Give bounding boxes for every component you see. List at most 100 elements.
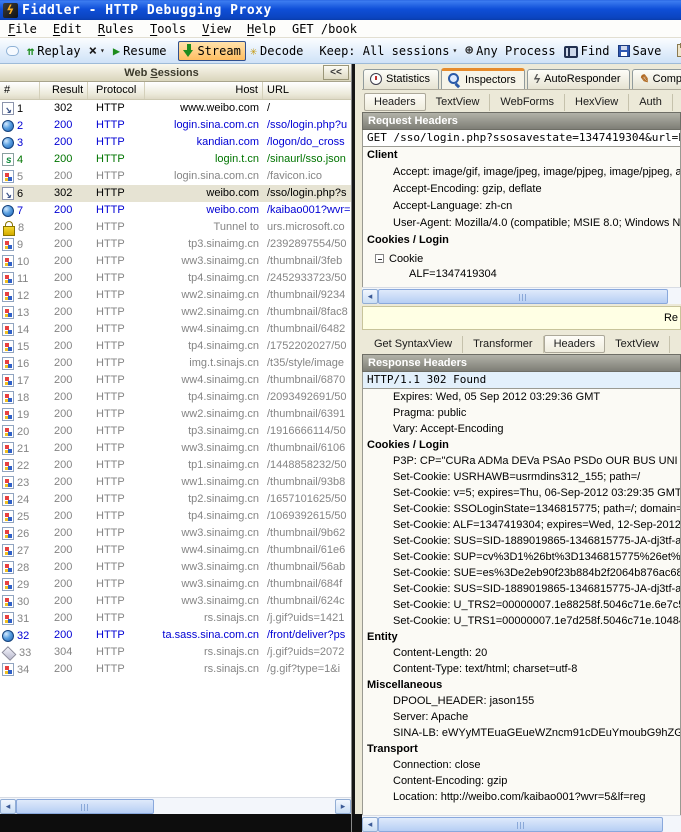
collapse-expander-icon[interactable]: [375, 254, 384, 263]
collapse-sessions-button[interactable]: <<: [323, 65, 349, 80]
header-item[interactable]: Set-Cookie: SUS=SID-1889019865-134681577…: [363, 534, 680, 550]
session-row[interactable]: 25200HTTPtp4.sinaimg.cn/1069392615/50: [0, 508, 351, 525]
encoding-notice-bar[interactable]: Re: [362, 306, 681, 330]
tab-headers[interactable]: Headers: [364, 93, 426, 111]
header-item[interactable]: Cookie: [363, 250, 680, 267]
any-process-button[interactable]: ⊕Any Process: [461, 41, 559, 60]
tab-headers[interactable]: Headers: [544, 335, 606, 353]
header-item[interactable]: DPOOL_HEADER: jason155: [363, 694, 680, 710]
session-row[interactable]: 20200HTTPtp3.sinaimg.cn/1916666114/50: [0, 423, 351, 440]
column-header-result[interactable]: Result: [40, 82, 88, 99]
header-item[interactable]: Server: Apache: [363, 710, 680, 726]
menu-item-get-book[interactable]: GET /book: [284, 21, 365, 37]
session-row[interactable]: 13200HTTPww2.sinaimg.cn/thumbnail/8fac8: [0, 304, 351, 321]
resume-button[interactable]: ▶Resume: [109, 42, 171, 60]
session-row[interactable]: 16200HTTPimg.t.sinajs.cn/t35/style/image: [0, 355, 351, 372]
session-row[interactable]: 24200HTTPtp2.sinaimg.cn/1657101625/50: [0, 491, 351, 508]
header-item[interactable]: Expires: Wed, 05 Sep 2012 03:29:36 GMT: [363, 390, 680, 406]
session-row[interactable]: 8200HTTPTunnel tours.microsoft.co: [0, 219, 351, 236]
header-item[interactable]: Connection: close: [363, 758, 680, 774]
session-row[interactable]: 31200HTTPrs.sinajs.cn/j.gif?uids=1421: [0, 610, 351, 627]
session-row[interactable]: 23200HTTPww1.sinaimg.cn/thumbnail/93b8: [0, 474, 351, 491]
comment-button[interactable]: [2, 44, 23, 58]
menu-item-tools[interactable]: Tools: [142, 21, 194, 37]
tab-transformer[interactable]: Transformer: [463, 336, 544, 353]
header-item[interactable]: Set-Cookie: ALF=1347419304; expires=Wed,…: [363, 518, 680, 534]
response-status-line[interactable]: HTTP/1.1 302 Found: [362, 372, 681, 389]
scroll-thumb[interactable]: [378, 289, 668, 304]
save-button[interactable]: Save: [614, 42, 666, 60]
column-header-protocol[interactable]: Protocol: [88, 82, 145, 99]
session-row[interactable]: 17200HTTPww4.sinaimg.cn/thumbnail/6870: [0, 372, 351, 389]
header-item[interactable]: Set-Cookie: U_TRS1=00000007.1e7d258f.504…: [363, 614, 680, 630]
keep-sessions-dropdown[interactable]: Keep: All sessions▾: [315, 42, 461, 60]
tab-im[interactable]: Im: [670, 336, 681, 353]
session-row[interactable]: 10200HTTPww3.sinaimg.cn/thumbnail/3feb: [0, 253, 351, 270]
header-item[interactable]: Content-Length: 20: [363, 646, 680, 662]
tab-auth[interactable]: Auth: [629, 94, 673, 111]
scroll-left-arrow[interactable]: ◂: [362, 289, 378, 304]
header-item[interactable]: Pragma: public: [363, 406, 680, 422]
header-item[interactable]: Set-Cookie: SUS=SID-1889019865-134681577…: [363, 582, 680, 598]
stream-button[interactable]: Stream: [178, 41, 245, 61]
session-row[interactable]: 12200HTTPww2.sinaimg.cn/thumbnail/9234: [0, 287, 351, 304]
header-item[interactable]: Set-Cookie: v=5; expires=Thu, 06-Sep-201…: [363, 486, 680, 502]
header-item[interactable]: Accept-Language: zh-cn: [363, 199, 680, 216]
header-item[interactable]: P3P: CP="CURa ADMa DEVa PSAo PSDo OUR BU…: [363, 454, 680, 470]
session-row[interactable]: 4200HTTPlogin.t.cn/sinaurl/sso.json: [0, 151, 351, 168]
tab-autoresponder[interactable]: ϟAutoResponder: [527, 69, 630, 89]
header-item[interactable]: Content-Encoding: gzip: [363, 774, 680, 790]
column-header-url[interactable]: URL: [263, 82, 351, 99]
session-row[interactable]: 3200HTTPkandian.com/logon/do_cross: [0, 134, 351, 151]
session-row[interactable]: 15200HTTPtp4.sinaimg.cn/1752202027/50: [0, 338, 351, 355]
menu-item-file[interactable]: File: [0, 21, 45, 37]
session-row[interactable]: 30200HTTPww3.sinaimg.cn/thumbnail/624c: [0, 593, 351, 610]
quickexec-input[interactable]: [0, 814, 351, 832]
menu-item-help[interactable]: Help: [239, 21, 284, 37]
header-item[interactable]: Set-Cookie: SSOLoginState=1346815775; pa…: [363, 502, 680, 518]
scroll-right-arrow[interactable]: ▸: [335, 799, 351, 814]
menu-item-view[interactable]: View: [194, 21, 239, 37]
scroll-left-arrow[interactable]: ◂: [0, 799, 16, 814]
request-line[interactable]: GET /sso/login.php?ssosavestate=13474193…: [362, 130, 681, 147]
header-item[interactable]: User-Agent: Mozilla/4.0 (compatible; MSI…: [363, 216, 680, 233]
header-item[interactable]: Set-Cookie: U_TRS2=00000007.1e88258f.504…: [363, 598, 680, 614]
header-item[interactable]: SINA-LB: eWYyMTEuaGEueWZncm91cDEuYmoubG9…: [363, 726, 680, 742]
session-row[interactable]: 19200HTTPww2.sinaimg.cn/thumbnail/6391: [0, 406, 351, 423]
header-item[interactable]: Set-Cookie: SUE=es%3De2eb90f23b884b2f206…: [363, 566, 680, 582]
find-button[interactable]: Find: [560, 42, 614, 60]
scroll-left-arrow[interactable]: ◂: [362, 817, 378, 832]
header-item[interactable]: Set-Cookie: SUP=cv%3D1%26bt%3D1346815775…: [363, 550, 680, 566]
decode-button[interactable]: ✳Decode: [246, 42, 308, 60]
session-row[interactable]: 6302HTTPweibo.com/sso/login.php?s: [0, 185, 351, 202]
session-row[interactable]: 33304HTTPrs.sinajs.cn/j.gif?uids=2072: [0, 644, 351, 661]
panel-splitter[interactable]: [352, 64, 362, 832]
menu-item-rules[interactable]: Rules: [90, 21, 142, 37]
session-row[interactable]: 28200HTTPww3.sinaimg.cn/thumbnail/56ab: [0, 559, 351, 576]
session-row[interactable]: 21200HTTPww3.sinaimg.cn/thumbnail/6106: [0, 440, 351, 457]
header-item[interactable]: Set-Cookie: USRHAWB=usrmdins312_155; pat…: [363, 470, 680, 486]
session-row[interactable]: 22200HTTPtp1.sinaimg.cn/1448858232/50: [0, 457, 351, 474]
tab-textview[interactable]: TextView: [605, 336, 670, 353]
session-row[interactable]: 2200HTTPlogin.sina.com.cn/sso/login.php?…: [0, 117, 351, 134]
tab-textview[interactable]: TextView: [426, 94, 491, 111]
tab-get-syntaxview[interactable]: Get SyntaxView: [364, 336, 463, 353]
header-item[interactable]: Vary: Accept-Encoding: [363, 422, 680, 438]
header-item[interactable]: Location: http://weibo.com/kaibao001?wvr…: [363, 790, 680, 806]
header-item[interactable]: ALF=1347419304: [363, 267, 680, 284]
scroll-thumb[interactable]: [16, 799, 154, 814]
session-row[interactable]: 29200HTTPww3.sinaimg.cn/thumbnail/684f: [0, 576, 351, 593]
session-row[interactable]: 5200HTTPlogin.sina.com.cn/favicon.ico: [0, 168, 351, 185]
remove-sessions-button[interactable]: ×▾: [85, 43, 109, 59]
tab-statistics[interactable]: Statistics: [363, 69, 439, 89]
tab-inspectors[interactable]: Inspectors: [441, 68, 525, 90]
session-row[interactable]: 32200HTTPta.sass.sina.com.cn/front/deliv…: [0, 627, 351, 644]
session-row[interactable]: 1302HTTPwww.weibo.com/: [0, 100, 351, 117]
session-row[interactable]: 34200HTTPrs.sinajs.cn/g.gif?type=1&i: [0, 661, 351, 678]
column-header-number[interactable]: #: [0, 82, 40, 99]
header-item[interactable]: Content-Type: text/html; charset=utf-8: [363, 662, 680, 678]
tab-webforms[interactable]: WebForms: [490, 94, 565, 111]
replay-button[interactable]: ⇈Replay: [23, 42, 85, 60]
clipboard-button[interactable]: [673, 42, 681, 59]
session-row[interactable]: 9200HTTPtp3.sinaimg.cn/2392897554/50: [0, 236, 351, 253]
